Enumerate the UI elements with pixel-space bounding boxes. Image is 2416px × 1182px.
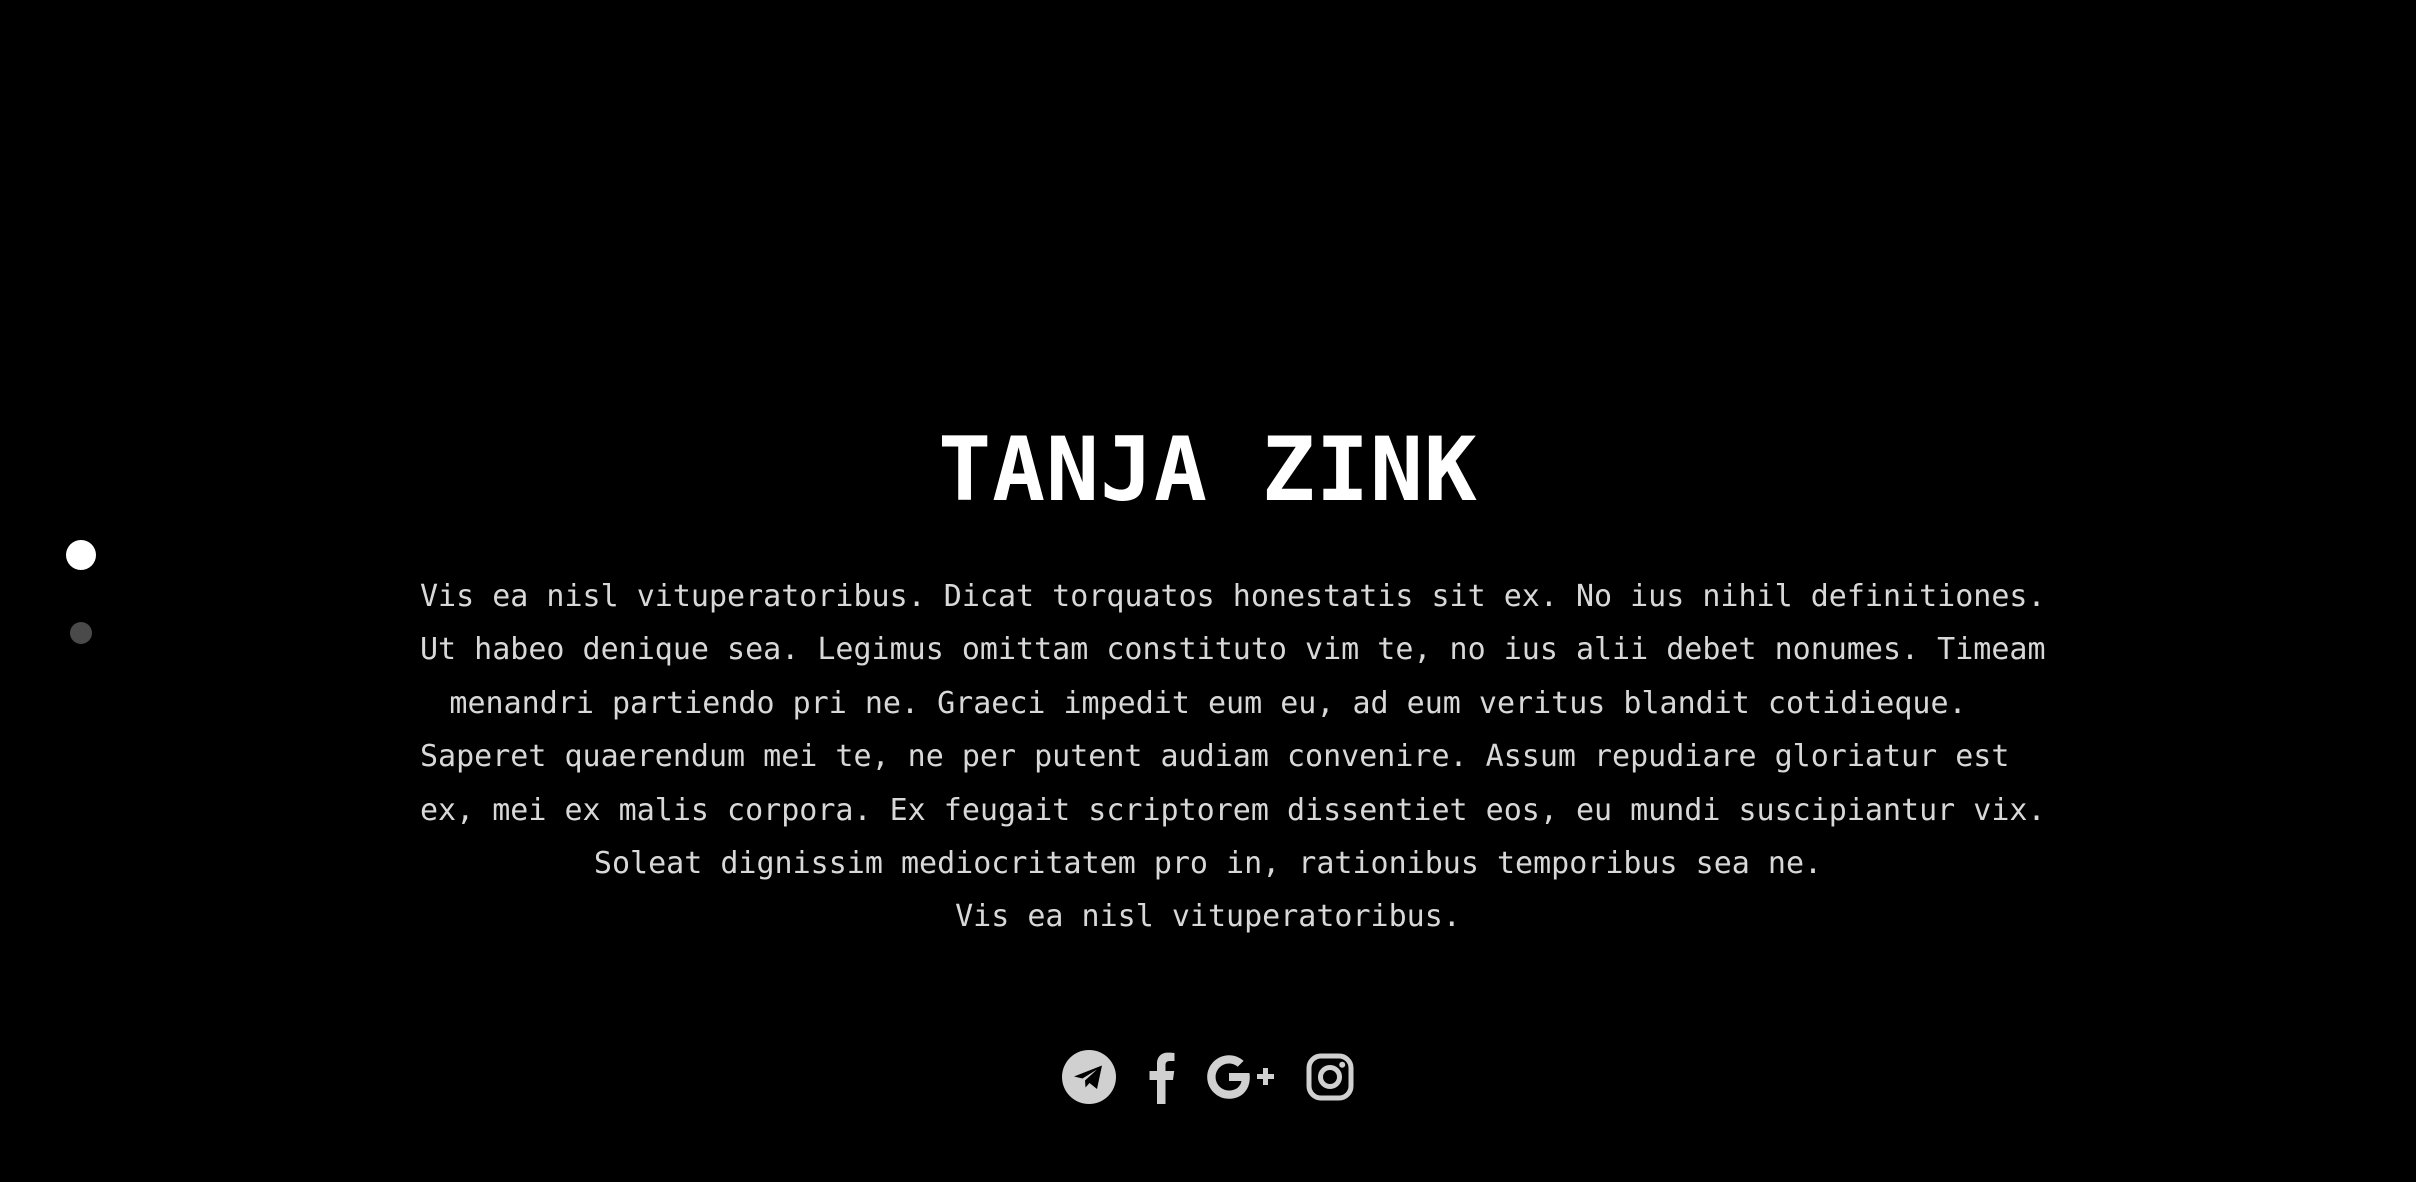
google-plus-icon bbox=[1207, 1055, 1274, 1099]
intro-line: Ut habeo denique sea. Legimus omittam co… bbox=[420, 632, 2046, 668]
telegram-link[interactable] bbox=[1061, 1046, 1117, 1108]
google-plus-link[interactable] bbox=[1205, 1046, 1277, 1108]
intro-line: menandri partiendo pri ne. Graeci impedi… bbox=[449, 685, 1967, 721]
instagram-icon bbox=[1306, 1053, 1354, 1101]
intro-line: Soleat dignissim mediocritatem pro in, r… bbox=[593, 846, 1823, 882]
intro-line: ex, mei ex malis corpora. Ex feugait scr… bbox=[420, 792, 2046, 828]
page-title: TANJA ZINK bbox=[938, 418, 1478, 521]
facebook-icon bbox=[1149, 1052, 1175, 1104]
intro-line: Vis ea nisl vituperatoribus. bbox=[955, 899, 1461, 935]
intro-line: Saperet quaerendum mei te, ne per putent… bbox=[420, 739, 2010, 775]
instagram-link[interactable] bbox=[1305, 1046, 1355, 1108]
intro-paragraph: Vis ea nisl vituperatoribus. Dicat torqu… bbox=[420, 570, 2046, 944]
hero-section: TANJA ZINK Vis ea nisl vituperatoribus. … bbox=[0, 0, 2416, 1182]
facebook-link[interactable] bbox=[1145, 1046, 1177, 1108]
telegram-icon bbox=[1062, 1050, 1116, 1104]
social-links bbox=[0, 1046, 2416, 1108]
intro-line: Vis ea nisl vituperatoribus. Dicat torqu… bbox=[420, 579, 2046, 614]
